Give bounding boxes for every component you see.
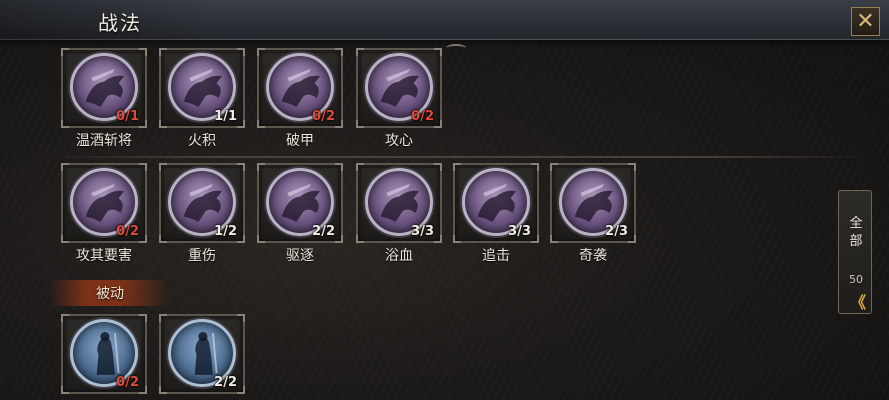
frame-corner: [628, 235, 636, 243]
frame-corner: [257, 120, 265, 128]
frame-corner: [356, 120, 364, 128]
frame-corner: [434, 48, 442, 56]
skill-name: 攻心: [385, 133, 413, 149]
frame-corner: [159, 235, 167, 243]
skill-card[interactable]: 1/2: [159, 163, 245, 243]
frame-corner: [453, 163, 461, 171]
close-button[interactable]: ✕: [851, 7, 880, 36]
skill-card[interactable]: 0/2: [356, 48, 442, 128]
skill-count: 0/1: [116, 109, 139, 124]
skill-card[interactable]: 2/3: [550, 163, 636, 243]
frame-corner: [139, 48, 147, 56]
double-chevron-left-icon[interactable]: 《: [839, 289, 873, 313]
skill-card[interactable]: 2/2: [159, 314, 245, 394]
skill-card[interactable]: 3/3: [356, 163, 442, 243]
frame-corner: [531, 235, 539, 243]
filter-all-char-1: 全: [849, 216, 863, 231]
frame-corner: [356, 48, 364, 56]
passive-section-label: 被动: [50, 280, 170, 306]
frame-corner: [139, 235, 147, 243]
frame-corner: [237, 386, 245, 394]
skill-count: 0/2: [116, 224, 139, 239]
frame-corner: [335, 120, 343, 128]
frame-corner: [61, 48, 69, 56]
skill-count: 0/2: [411, 109, 434, 124]
skill-card[interactable]: 0/1: [61, 48, 147, 128]
frame-corner: [257, 235, 265, 243]
frame-corner: [237, 120, 245, 128]
skill-count: 2/2: [214, 375, 237, 390]
skill-count: 3/3: [411, 224, 434, 239]
frame-corner: [335, 163, 343, 171]
skill-card[interactable]: 0/2: [61, 163, 147, 243]
frame-corner: [434, 120, 442, 128]
frame-corner: [550, 235, 558, 243]
frame-corner: [159, 386, 167, 394]
skill-card[interactable]: 2/2: [257, 163, 343, 243]
frame-corner: [550, 163, 558, 171]
frame-corner: [61, 235, 69, 243]
frame-corner: [159, 163, 167, 171]
frame-corner: [453, 235, 461, 243]
frame-corner: [139, 386, 147, 394]
frame-corner: [237, 235, 245, 243]
frame-corner: [61, 314, 69, 322]
filter-all-label: 全 部: [839, 215, 873, 251]
frame-corner: [237, 314, 245, 322]
frame-corner: [159, 48, 167, 56]
frame-corner: [257, 48, 265, 56]
frame-corner: [628, 163, 636, 171]
frame-corner: [335, 48, 343, 56]
skill-card[interactable]: 0/2: [61, 314, 147, 394]
frame-corner: [335, 235, 343, 243]
skill-count: 2/3: [605, 224, 628, 239]
skill-card[interactable]: 3/3: [453, 163, 539, 243]
page-title: 战法: [98, 11, 142, 35]
skill-name: 奇袭: [579, 248, 607, 264]
skill-count: 0/2: [312, 109, 335, 124]
skill-count: 2/2: [312, 224, 335, 239]
skill-count: 3/3: [508, 224, 531, 239]
skill-count: 1/2: [214, 224, 237, 239]
frame-corner: [356, 235, 364, 243]
frame-corner: [237, 48, 245, 56]
frame-corner: [531, 163, 539, 171]
frame-corner: [139, 120, 147, 128]
filter-all-count: 50: [849, 273, 863, 286]
frame-corner: [61, 386, 69, 394]
close-icon: ✕: [856, 8, 875, 34]
skill-card[interactable]: 1/1: [159, 48, 245, 128]
frame-corner: [434, 235, 442, 243]
frame-corner: [257, 163, 265, 171]
frame-corner: [434, 163, 442, 171]
frame-corner: [61, 120, 69, 128]
frame-corner: [237, 163, 245, 171]
frame-corner: [356, 163, 364, 171]
skill-count: 1/1: [214, 109, 237, 124]
header-bar: 战法 ✕: [0, 0, 889, 40]
frame-corner: [139, 314, 147, 322]
frame-corner: [139, 163, 147, 171]
frame-corner: [61, 163, 69, 171]
skill-card[interactable]: 0/2: [257, 48, 343, 128]
filter-all-char-2: 部: [849, 234, 863, 249]
collapse-handle-icon[interactable]: [446, 44, 466, 52]
frame-corner: [159, 120, 167, 128]
skill-count: 0/2: [116, 375, 139, 390]
frame-corner: [159, 314, 167, 322]
row-divider: [50, 156, 870, 158]
filter-all-tab[interactable]: 全 部 50 《: [838, 190, 872, 314]
